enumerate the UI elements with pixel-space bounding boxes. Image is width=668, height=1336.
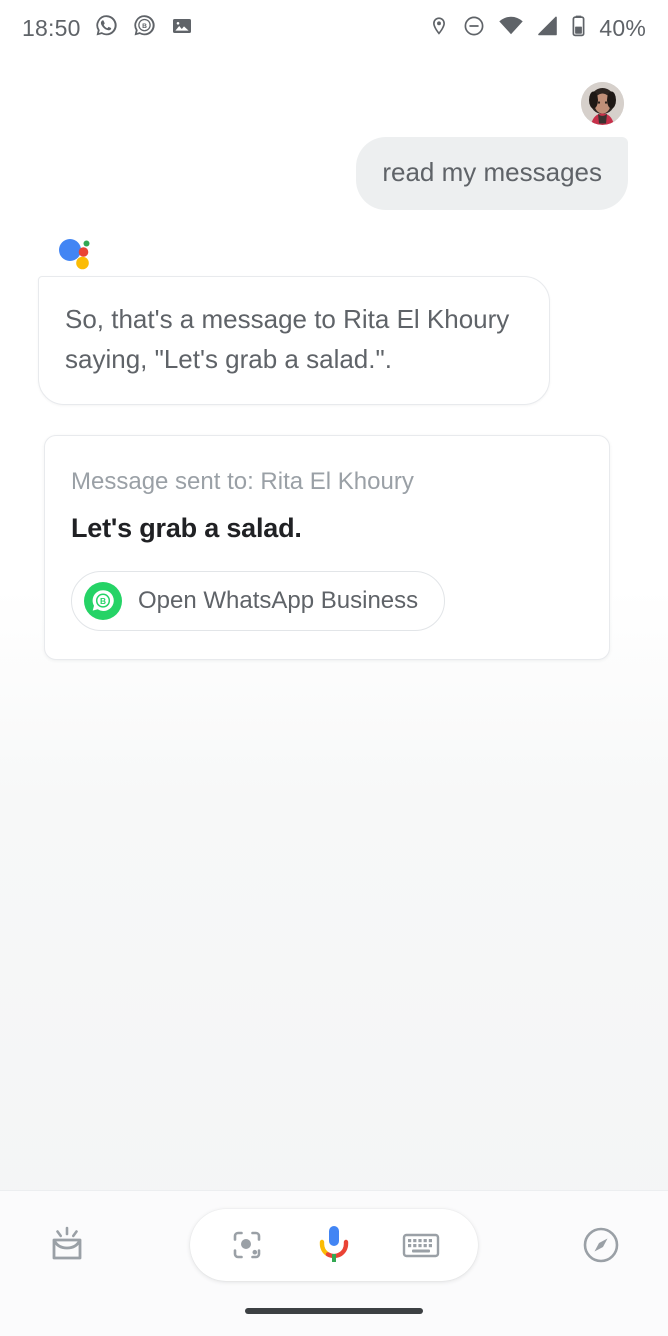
whatsapp-notification-icon <box>94 13 119 43</box>
bottom-toolbar-row <box>0 1191 668 1281</box>
user-message-bubble: read my messages <box>356 137 628 211</box>
status-bar-right: 40% <box>428 14 646 43</box>
message-result-card: Message sent to: Rita El Khoury Let's gr… <box>44 434 610 660</box>
location-icon <box>428 14 450 43</box>
message-recipient-label: Message sent to: Rita El Khoury <box>71 467 414 495</box>
conversation-area: read my messages So, that's a message to… <box>0 56 668 1190</box>
assistant-input-pill <box>190 1209 478 1281</box>
whatsapp-business-icon: B <box>84 581 122 620</box>
user-avatar[interactable] <box>581 82 624 125</box>
whatsapp-business-notification-icon: B <box>132 13 157 43</box>
keyboard-icon[interactable] <box>390 1214 452 1276</box>
assistant-message-bubble: So, that's a message to Rita El Khoury s… <box>38 276 550 405</box>
message-body-text: Let's grab a salad. <box>71 512 302 543</box>
snapshot-inbox-icon[interactable] <box>34 1212 100 1278</box>
user-message-row: read my messages <box>22 137 646 211</box>
status-bar-clock: 18:50 <box>22 14 81 41</box>
wifi-icon <box>498 14 524 43</box>
avatar-row <box>22 56 646 125</box>
photo-notification-icon <box>170 14 194 43</box>
google-assistant-logo <box>58 238 98 270</box>
assistant-screen: 18:50 B 40% read my messages So, that's … <box>0 0 668 1336</box>
status-bar-left: 18:50 B <box>22 13 194 43</box>
svg-text:B: B <box>142 23 147 30</box>
battery-icon <box>571 14 586 43</box>
bottom-toolbar <box>0 1190 668 1336</box>
navigation-gesture-bar[interactable] <box>245 1308 423 1314</box>
open-whatsapp-business-button[interactable]: B Open WhatsApp Business <box>71 570 446 631</box>
battery-percentage: 40% <box>599 14 646 41</box>
do-not-disturb-icon <box>462 14 486 43</box>
microphone-icon[interactable] <box>303 1214 365 1276</box>
status-bar: 18:50 B 40% <box>0 0 668 56</box>
google-lens-icon[interactable] <box>216 1214 278 1276</box>
compass-explore-icon[interactable] <box>568 1212 634 1278</box>
assistant-message-block: So, that's a message to Rita El Khoury s… <box>22 238 646 405</box>
cellular-signal-icon <box>536 14 559 43</box>
svg-text:B: B <box>100 596 106 606</box>
open-whatsapp-business-label: Open WhatsApp Business <box>138 586 419 614</box>
